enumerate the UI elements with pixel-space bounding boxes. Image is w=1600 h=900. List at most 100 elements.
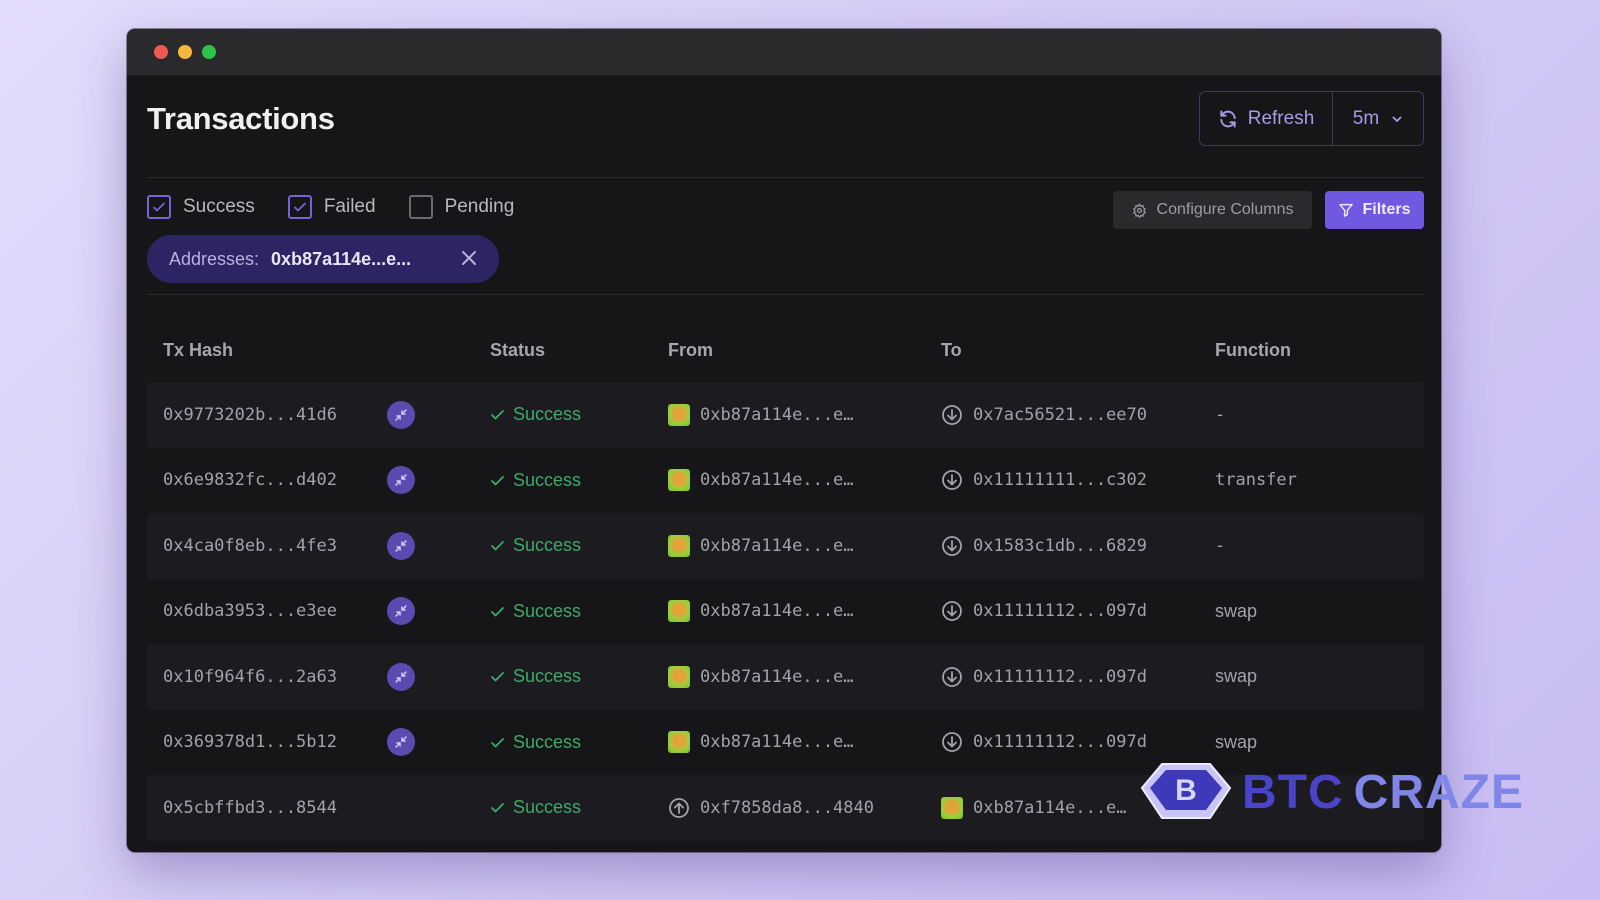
arrow-down-circle-icon bbox=[942, 732, 962, 753]
checkmark-icon bbox=[491, 410, 504, 420]
column-header-status[interactable]: Status bbox=[490, 340, 545, 361]
tx-hash-link[interactable]: 0x9773202b...41d6 bbox=[163, 382, 337, 448]
to-address[interactable]: 0x11111112...097d bbox=[941, 644, 1147, 710]
bitcoin-hexagon-icon: B bbox=[1140, 763, 1232, 819]
swap-arrows-icon bbox=[395, 736, 407, 748]
pending-label: Pending bbox=[444, 196, 515, 217]
column-header-from[interactable]: From bbox=[668, 340, 713, 361]
swap-arrows-icon bbox=[395, 671, 407, 683]
checkmark-icon bbox=[491, 475, 504, 486]
swap-badge[interactable] bbox=[387, 597, 415, 626]
tx-hash-link[interactable]: 0x4ca0f8eb...4fe3 bbox=[163, 513, 337, 579]
app-window: Transactions Refresh 5m Success Failed P… bbox=[127, 29, 1441, 852]
table-row[interactable]: 0x9773202b...41d6 Success 0xb87a114e...e… 0… bbox=[147, 382, 1424, 448]
address-identicon bbox=[668, 403, 690, 426]
from-address[interactable]: 0xb87a114e...e… bbox=[668, 644, 854, 710]
checkmark-icon bbox=[153, 202, 165, 212]
swap-cell bbox=[387, 579, 415, 645]
checkmark-icon bbox=[491, 803, 504, 813]
interval-dropdown[interactable]: 5m bbox=[1333, 92, 1423, 145]
status-badge: Success bbox=[490, 710, 581, 776]
filter-success[interactable]: Success bbox=[147, 195, 255, 219]
to-address-text: 0x11111112...097d bbox=[973, 601, 1147, 622]
checkmark-icon bbox=[491, 737, 504, 748]
filter-failed[interactable]: Failed bbox=[287, 195, 376, 219]
to-address[interactable]: 0x7ac56521...ee70 bbox=[941, 382, 1147, 448]
filters-button[interactable]: Filters bbox=[1325, 191, 1424, 229]
tx-hash-link[interactable]: 0x369378d1...5b12 bbox=[163, 710, 337, 776]
swap-cell bbox=[387, 448, 415, 514]
status-badge: Success bbox=[490, 513, 581, 579]
to-address[interactable]: 0x11111111...c302 bbox=[941, 448, 1147, 514]
success-label: Success bbox=[183, 196, 255, 217]
to-address[interactable]: 0xb87a114e...e… bbox=[941, 775, 1127, 841]
watermark-text-craze: CRAZE bbox=[1353, 765, 1524, 819]
swap-badge[interactable] bbox=[387, 400, 415, 429]
from-address[interactable]: 0xb87a114e...e… bbox=[668, 579, 854, 645]
address-identicon bbox=[668, 469, 690, 492]
from-address-text: 0xb87a114e...e… bbox=[700, 535, 854, 556]
column-header-tx-hash[interactable]: Tx Hash bbox=[163, 340, 233, 361]
from-address[interactable]: 0xb87a114e...e… bbox=[668, 448, 854, 514]
arrow-down-circle-icon bbox=[942, 535, 962, 556]
swap-arrows-icon bbox=[395, 540, 407, 552]
table-row[interactable]: 0x4ca0f8eb...4fe3 Success 0xb87a114e...e… 0… bbox=[147, 513, 1424, 579]
status-text: Success bbox=[513, 731, 582, 752]
refresh-button[interactable]: Refresh bbox=[1200, 92, 1333, 145]
swap-arrows-icon bbox=[395, 474, 407, 486]
status-badge: Success bbox=[490, 775, 581, 841]
to-address-text: 0x1583c1db...6829 bbox=[973, 535, 1147, 556]
chevron-down-icon bbox=[1392, 116, 1402, 122]
swap-badge[interactable] bbox=[387, 466, 415, 495]
address-identicon bbox=[668, 665, 690, 688]
refresh-icon bbox=[1220, 110, 1236, 127]
close-icon[interactable] bbox=[459, 248, 479, 268]
checkmark-icon bbox=[491, 672, 504, 682]
filter-pending[interactable]: Pending bbox=[408, 195, 515, 219]
svg-text:B: B bbox=[1175, 774, 1197, 807]
swap-badge[interactable] bbox=[387, 662, 415, 691]
minimize-window-button[interactable] bbox=[178, 45, 192, 59]
status-badge: Success bbox=[490, 579, 581, 645]
from-address[interactable]: 0xb87a114e...e… bbox=[668, 710, 854, 776]
column-header-to[interactable]: To bbox=[941, 340, 962, 361]
function-name: swap bbox=[1215, 666, 1258, 687]
maximize-window-button[interactable] bbox=[202, 45, 216, 59]
tx-hash-link[interactable]: 0x6dba3953...e3ee bbox=[163, 579, 337, 645]
table-row[interactable]: 0x10f964f6...2a63 Success 0xb87a114e...e… 0… bbox=[147, 644, 1424, 710]
status-text: Success bbox=[513, 469, 582, 490]
swap-arrows-icon bbox=[395, 605, 407, 617]
tx-hash-link[interactable]: 0x5cbffbd3...8544 bbox=[163, 775, 337, 841]
refresh-label: Refresh bbox=[1247, 107, 1315, 129]
to-address[interactable]: 0x11111112...097d bbox=[941, 579, 1147, 645]
header-divider bbox=[147, 177, 1424, 178]
swap-badge[interactable] bbox=[387, 728, 415, 757]
swap-cell bbox=[387, 513, 415, 579]
table-row[interactable]: 0x6dba3953...e3ee Success 0xb87a114e...e… 0… bbox=[147, 579, 1424, 645]
success-checkbox[interactable] bbox=[147, 195, 171, 219]
filter-funnel-icon bbox=[1339, 203, 1354, 217]
status-badge: Success bbox=[490, 382, 581, 448]
arrow-down-circle-icon bbox=[942, 666, 962, 687]
interval-value: 5m bbox=[1352, 107, 1380, 129]
table-row[interactable]: 0x6e9832fc...d402 Success 0xb87a114e...e… 0… bbox=[147, 448, 1424, 514]
from-address[interactable]: 0xf7858da8...4840 bbox=[668, 775, 874, 841]
close-window-button[interactable] bbox=[154, 45, 168, 59]
to-address[interactable]: 0x1583c1db...6829 bbox=[941, 513, 1147, 579]
tx-hash-link[interactable]: 0x10f964f6...2a63 bbox=[163, 644, 337, 710]
refresh-control: Refresh 5m bbox=[1199, 91, 1424, 146]
from-address[interactable]: 0xb87a114e...e… bbox=[668, 513, 854, 579]
status-filter-group: Success Failed Pending bbox=[147, 195, 547, 219]
failed-checkbox[interactable] bbox=[287, 195, 312, 219]
swap-badge[interactable] bbox=[387, 531, 415, 560]
configure-columns-button[interactable]: Configure Columns bbox=[1113, 191, 1312, 229]
address-identicon bbox=[668, 731, 690, 754]
pending-checkbox[interactable] bbox=[408, 195, 433, 219]
checkmark-icon bbox=[491, 541, 504, 551]
to-address[interactable]: 0x11111112...097d bbox=[941, 710, 1147, 776]
from-address[interactable]: 0xb87a114e...e… bbox=[668, 382, 854, 448]
tx-hash-link[interactable]: 0x6e9832fc...d402 bbox=[163, 448, 337, 514]
from-address-text: 0xb87a114e...e… bbox=[700, 404, 854, 425]
to-address-text: 0x11111111...c302 bbox=[973, 470, 1147, 491]
column-header-function[interactable]: Function bbox=[1215, 340, 1291, 361]
